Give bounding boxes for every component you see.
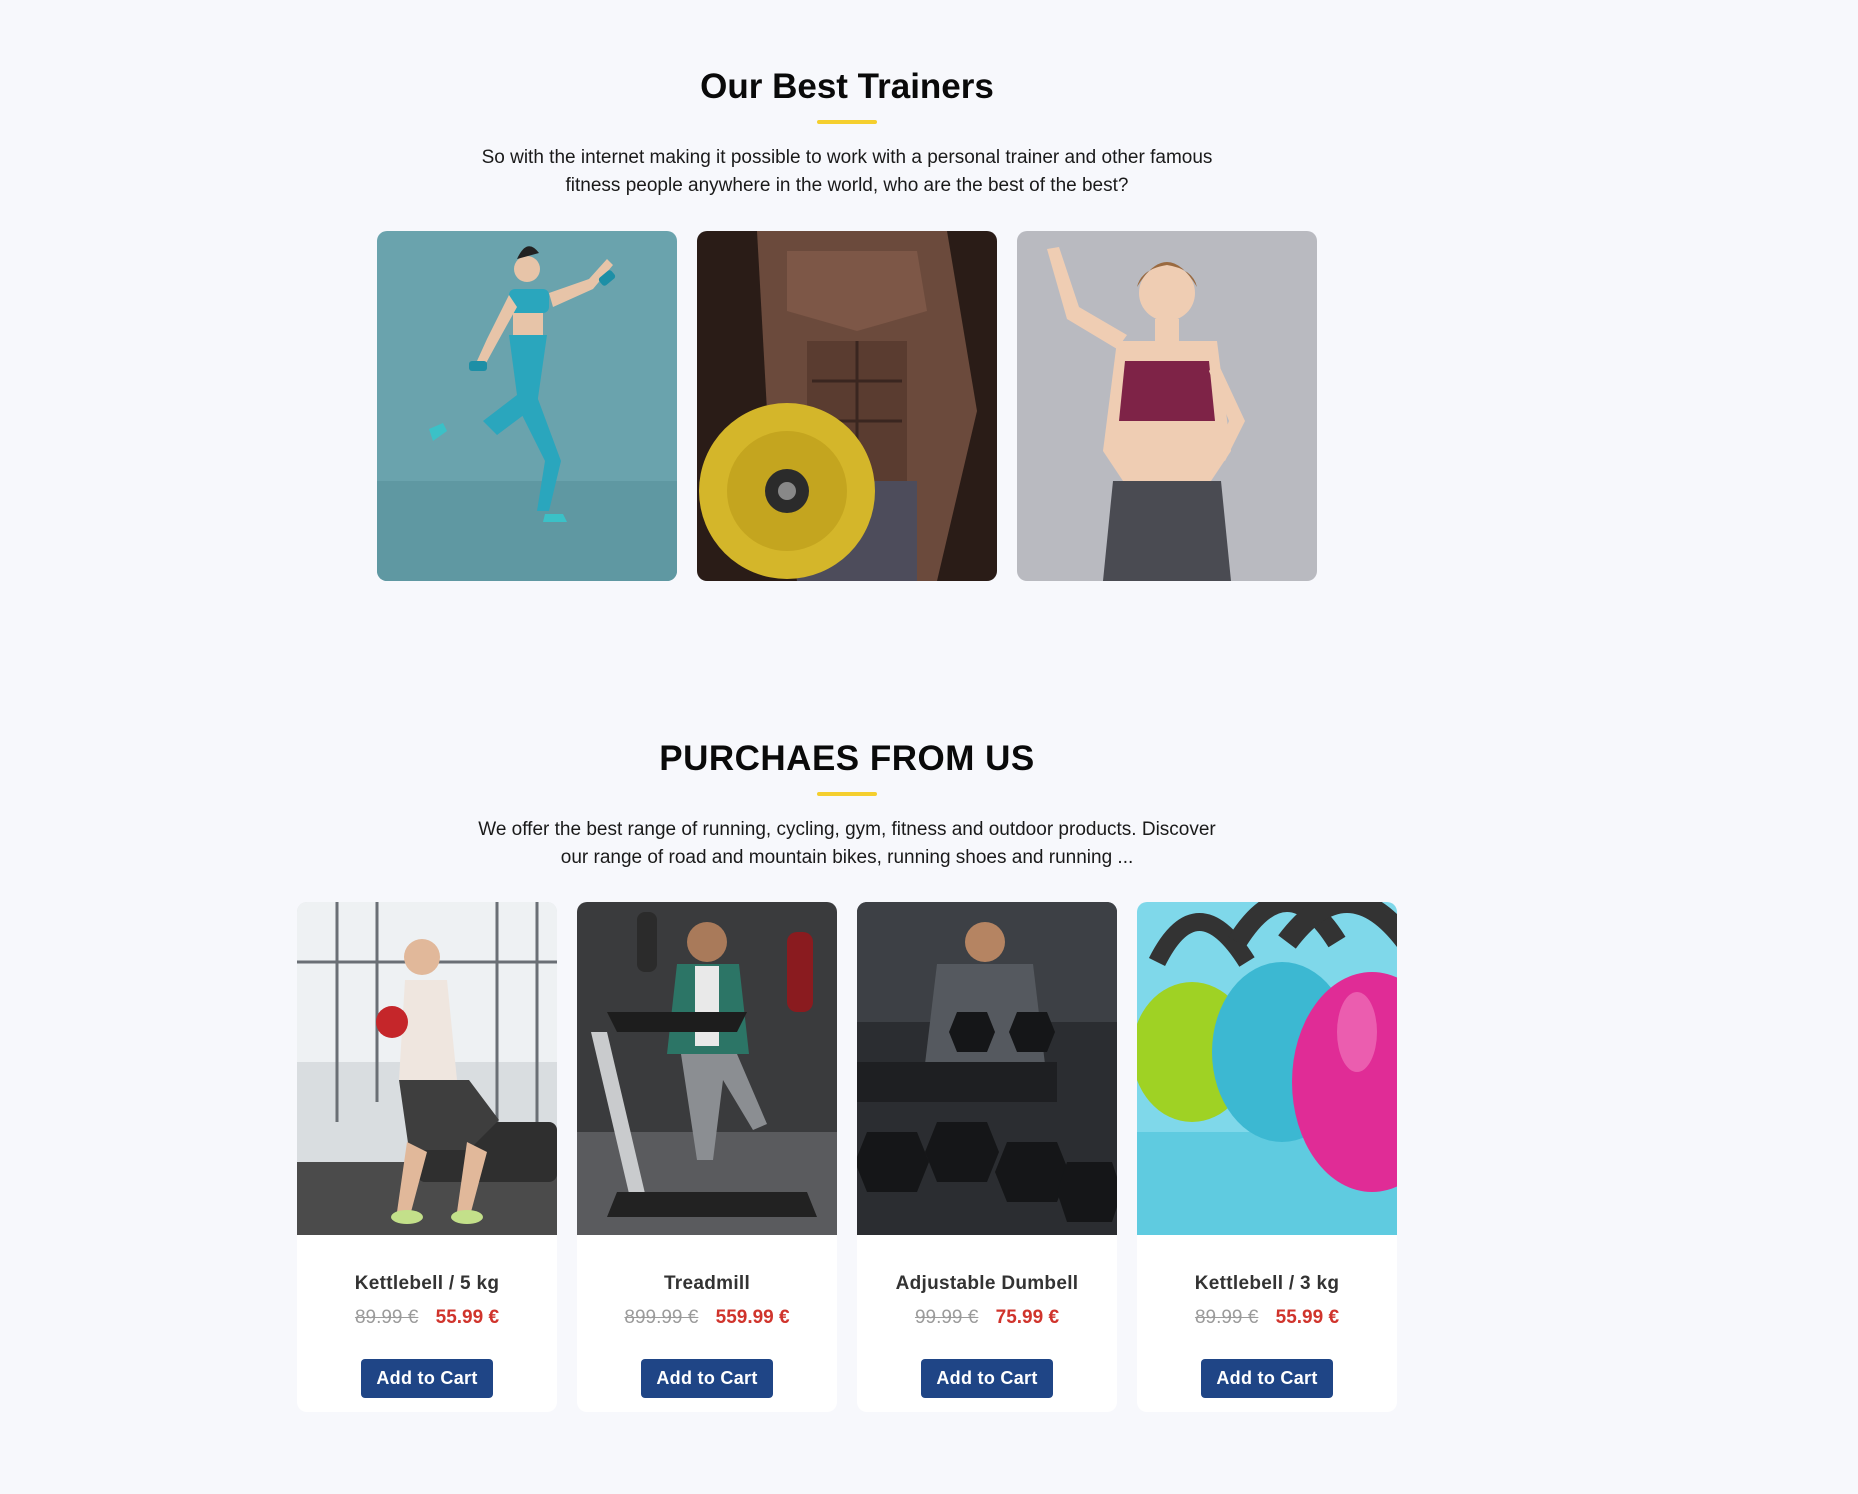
add-to-cart-button[interactable]: Add to Cart [921, 1359, 1053, 1398]
product-image-treadmill[interactable] [577, 902, 837, 1235]
old-price: 899.99 € [624, 1307, 699, 1328]
old-price: 89.99 € [1194, 1307, 1259, 1328]
product-name[interactable]: Adjustable Dumbell [857, 1273, 1117, 1295]
add-to-cart-button[interactable]: Add to Cart [1201, 1359, 1333, 1398]
product-card: Adjustable Dumbell 99.99 € 75.99 € Add t… [857, 902, 1117, 1412]
product-card: Kettlebell / 3 kg 89.99 € 55.99 € Add to… [1137, 902, 1397, 1412]
shop-title: PURCHAES FROM US [659, 739, 1035, 778]
product-name[interactable]: Kettlebell / 5 kg [297, 1273, 557, 1295]
trainers-section: Our Best Trainers So with the internet m… [0, 68, 1694, 581]
product-image-kettlebells[interactable] [1137, 902, 1397, 1235]
shop-title-underline [817, 792, 877, 796]
trainers-title-underline [817, 120, 877, 124]
sale-price: 75.99 € [995, 1307, 1060, 1328]
trainers-description: So with the internet making it possible … [481, 147, 1213, 196]
price-row: 99.99 € 75.99 € [857, 1307, 1117, 1329]
product-list: Kettlebell / 5 kg 89.99 € 55.99 € Add to… [0, 902, 1694, 1412]
product-name[interactable]: Kettlebell / 3 kg [1137, 1273, 1397, 1295]
product-image-dumbbells[interactable] [857, 902, 1117, 1235]
sale-price: 55.99 € [435, 1307, 500, 1328]
add-to-cart-button[interactable]: Add to Cart [361, 1359, 493, 1398]
trainers-title: Our Best Trainers [700, 67, 994, 106]
trainers-gallery [0, 231, 1694, 581]
product-card: Kettlebell / 5 kg 89.99 € 55.99 € Add to… [297, 902, 557, 1412]
old-price: 99.99 € [914, 1307, 979, 1328]
product-name[interactable]: Treadmill [577, 1273, 837, 1295]
trainer-photo-smiling-woman [1017, 231, 1317, 581]
trainer-photo-bodybuilder [697, 231, 997, 581]
product-card: Treadmill 899.99 € 559.99 € Add to Cart [577, 902, 837, 1412]
product-image-kettlebell-man[interactable] [297, 902, 557, 1235]
sale-price: 55.99 € [1275, 1307, 1340, 1328]
price-row: 89.99 € 55.99 € [297, 1307, 557, 1329]
shop-description: We offer the best range of running, cycl… [478, 819, 1216, 868]
trainer-photo-running-woman [377, 231, 677, 581]
price-row: 899.99 € 559.99 € [577, 1307, 837, 1329]
price-row: 89.99 € 55.99 € [1137, 1307, 1397, 1329]
sale-price: 559.99 € [715, 1307, 790, 1328]
shop-section: PURCHAES FROM US We offer the best range… [0, 740, 1694, 1412]
old-price: 89.99 € [354, 1307, 419, 1328]
add-to-cart-button[interactable]: Add to Cart [641, 1359, 773, 1398]
